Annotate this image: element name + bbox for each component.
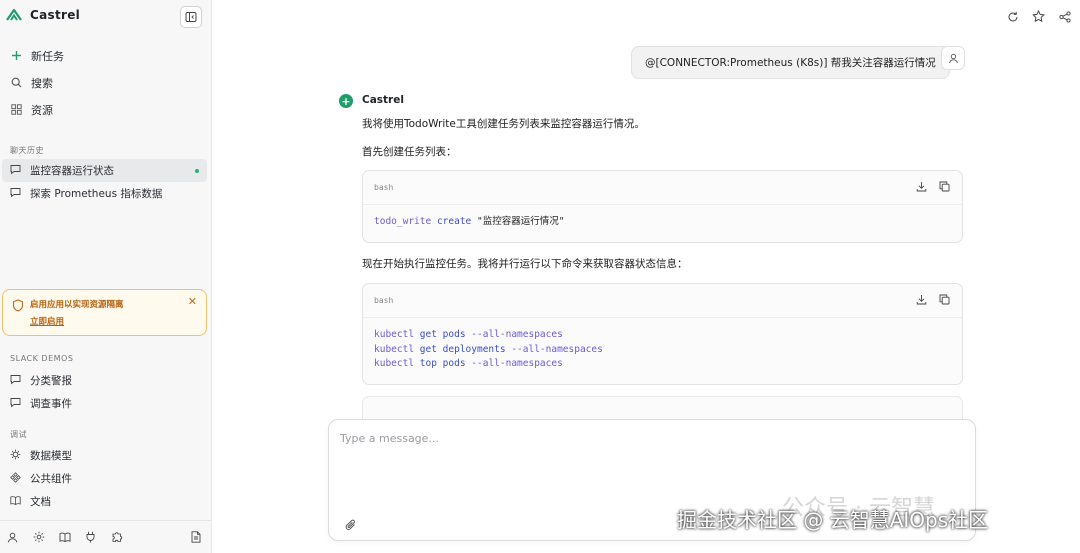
debug-item-components[interactable]: 公共组件 bbox=[0, 467, 207, 490]
bug-icon bbox=[10, 449, 21, 463]
chat-main: @[CONNECTOR:Prometheus (K8s)] 帮我关注容器运行情况… bbox=[212, 0, 1080, 553]
puzzle-icon[interactable] bbox=[110, 531, 123, 544]
paperclip-icon[interactable] bbox=[345, 518, 357, 532]
chat-history-list: 监控容器运行状态 探索 Prometheus 指标数据 bbox=[0, 159, 212, 205]
history-item-label: 监控容器运行状态 bbox=[30, 165, 114, 177]
share-icon[interactable] bbox=[1057, 9, 1072, 24]
code-actions bbox=[916, 181, 950, 192]
sidebar-footer bbox=[0, 520, 212, 553]
bot-name: Castrel bbox=[362, 94, 404, 106]
castrel-logo-icon bbox=[6, 8, 22, 21]
resources-button[interactable]: 资源 bbox=[0, 96, 212, 123]
collapse-sidebar-button[interactable] bbox=[180, 6, 202, 28]
plug-icon[interactable] bbox=[84, 531, 97, 544]
user-icon[interactable] bbox=[6, 531, 19, 544]
slack-section-label: SLACK DEMOS bbox=[10, 354, 74, 363]
copy-icon[interactable] bbox=[939, 294, 950, 305]
sidebar-toggle-icon bbox=[185, 12, 197, 22]
slack-item-investigate-incident[interactable]: 调查事件 bbox=[0, 392, 207, 415]
refresh-icon[interactable] bbox=[1005, 9, 1020, 24]
debug-item-label: 文档 bbox=[30, 496, 51, 508]
watermark: 掘金技术社区 @ 云智慧AIOps社区 bbox=[677, 508, 989, 532]
copy-icon[interactable] bbox=[939, 181, 950, 192]
nav-label: 搜索 bbox=[31, 76, 53, 90]
debug-item-label: 公共组件 bbox=[30, 473, 72, 485]
search-button[interactable]: 搜索 bbox=[0, 69, 212, 96]
code-lang: bash bbox=[374, 183, 394, 192]
new-task-button[interactable]: 新任务 bbox=[0, 42, 212, 69]
brand[interactable]: Castrel bbox=[6, 8, 80, 22]
bot-step1: 首先创建任务列表： bbox=[362, 146, 457, 158]
sidebar: Castrel 新任务 搜索 资源 聊天历史 监控容器运行状态 探索 Prome… bbox=[0, 0, 212, 553]
debug-item-label: 数据模型 bbox=[30, 450, 72, 462]
history-item-label: 探索 Prometheus 指标数据 bbox=[30, 188, 163, 200]
download-icon[interactable] bbox=[916, 294, 927, 305]
user-message: @[CONNECTOR:Prometheus (K8s)] 帮我关注容器运行情况 bbox=[631, 46, 950, 79]
history-item-prometheus[interactable]: 探索 Prometheus 指标数据 bbox=[0, 182, 207, 205]
code-content: kubectl get pods --all-namespaces kubect… bbox=[374, 329, 603, 369]
code-header: bash bbox=[363, 284, 962, 318]
history-section-label: 聊天历史 bbox=[10, 146, 44, 155]
debug-item-data-model[interactable]: 数据模型 bbox=[0, 444, 207, 467]
user-avatar bbox=[941, 46, 965, 70]
grid-icon bbox=[10, 104, 22, 116]
slack-item-label: 分类警报 bbox=[30, 375, 72, 387]
code-content: todo_write create "监控容器运行情况" bbox=[374, 216, 565, 227]
document-icon[interactable] bbox=[189, 531, 202, 544]
code-block-todo: bash todo_write create "监控容器运行情况" bbox=[362, 170, 963, 243]
code-header: bash bbox=[363, 171, 962, 205]
code-lang: bash bbox=[374, 296, 394, 305]
close-icon[interactable]: ✕ bbox=[188, 295, 197, 308]
slack-item-triage-alerts[interactable]: 分类警报 bbox=[0, 369, 207, 392]
active-indicator bbox=[195, 168, 199, 173]
primary-nav: 新任务 搜索 资源 bbox=[0, 42, 212, 123]
star-icon[interactable] bbox=[1031, 9, 1046, 24]
code-block-kubectl: bash kubectl get pods --all-namespaces k… bbox=[362, 283, 963, 385]
book-open-icon[interactable] bbox=[58, 531, 71, 544]
nav-label: 资源 bbox=[31, 103, 53, 117]
castrel-avatar-icon: + bbox=[339, 94, 353, 108]
components-icon bbox=[10, 471, 21, 486]
debug-section-label: 调试 bbox=[10, 430, 27, 439]
promo-title: 启用应用以实现资源隔离 bbox=[30, 300, 124, 310]
slack-item-label: 调查事件 bbox=[30, 398, 72, 410]
bot-intro: 我将使用TodoWrite工具创建任务列表来监控容器运行情况。 bbox=[362, 118, 645, 130]
promo-banner: 启用应用以实现资源隔离 立即启用 ✕ bbox=[2, 289, 207, 336]
brand-name: Castrel bbox=[30, 8, 81, 22]
code-actions bbox=[916, 294, 950, 305]
search-icon bbox=[10, 77, 22, 89]
enable-now-link[interactable]: 立即启用 bbox=[30, 315, 64, 327]
plus-icon bbox=[10, 50, 22, 62]
bot-step2: 现在开始执行监控任务。我将并行运行以下命令来获取容器状态信息： bbox=[362, 258, 688, 270]
slack-demos-list: 分类警报 调查事件 bbox=[0, 369, 212, 415]
chat-bubble-icon bbox=[10, 187, 21, 201]
book-icon bbox=[10, 495, 21, 509]
nav-label: 新任务 bbox=[31, 49, 64, 63]
chat-bubble-icon bbox=[10, 164, 21, 178]
user-icon bbox=[948, 53, 958, 63]
debug-item-docs[interactable]: 文档 bbox=[0, 490, 207, 513]
chat-bubble-icon bbox=[10, 397, 21, 411]
gear-icon[interactable] bbox=[32, 531, 45, 544]
debug-list: 数据模型 公共组件 文档 bbox=[0, 444, 212, 513]
message-input[interactable] bbox=[340, 432, 960, 492]
history-item-monitor-containers[interactable]: 监控容器运行状态 bbox=[2, 159, 207, 182]
chat-bubble-icon bbox=[10, 374, 21, 388]
top-actions bbox=[1005, 9, 1072, 24]
download-icon[interactable] bbox=[916, 181, 927, 192]
shield-icon bbox=[12, 299, 24, 312]
